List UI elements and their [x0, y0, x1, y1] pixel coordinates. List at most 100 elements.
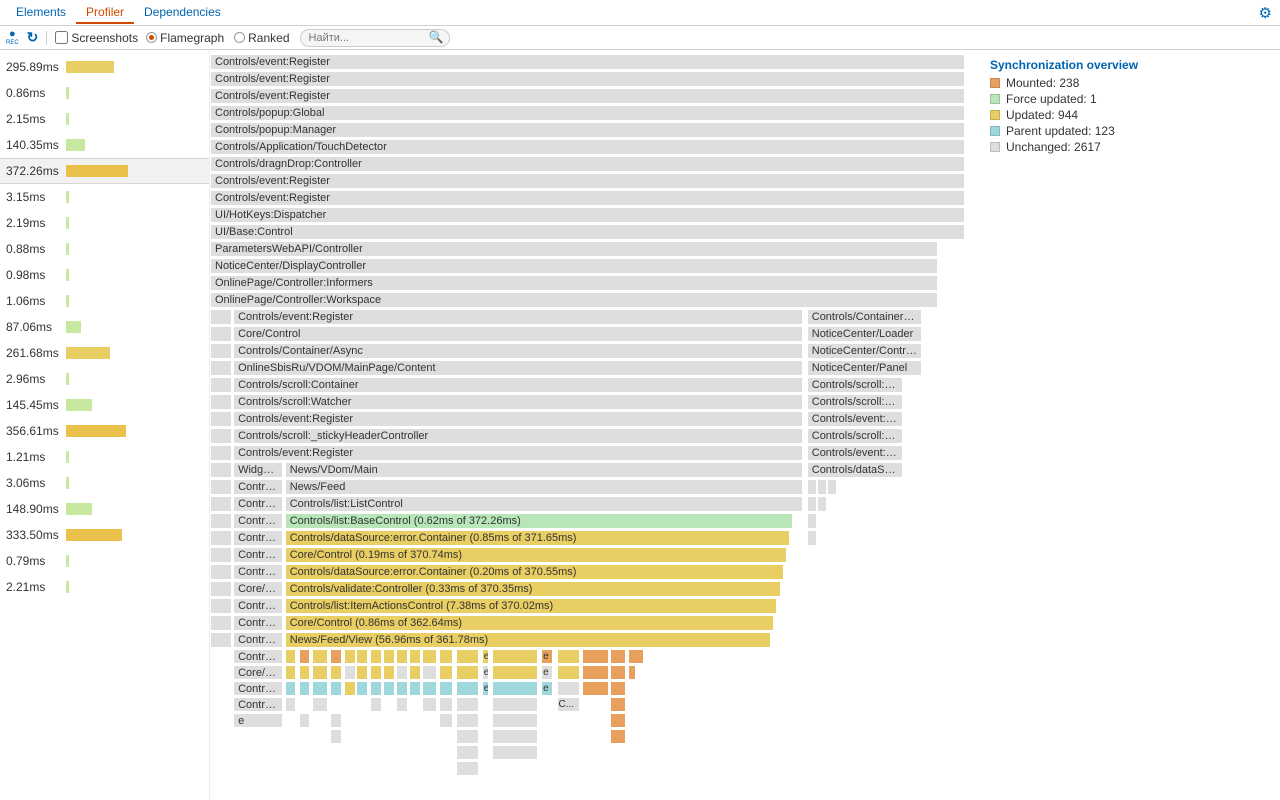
flame-bar[interactable]: e [482, 665, 490, 680]
tab-dependencies[interactable]: Dependencies [134, 1, 231, 24]
flame-bar[interactable] [210, 411, 232, 427]
flame-bar[interactable] [370, 681, 382, 696]
flame-bar[interactable]: OnlinePage/Controller:Workspace [210, 292, 938, 308]
commit-row[interactable]: 0.86ms [0, 80, 209, 106]
flame-bar[interactable]: e [541, 649, 553, 664]
flame-bar[interactable]: Controls/event:Regis... [807, 445, 903, 461]
flame-bar[interactable] [330, 665, 342, 680]
flame-bar[interactable] [210, 428, 232, 444]
commit-row[interactable]: 148.90ms [0, 496, 209, 522]
flame-bar[interactable] [807, 530, 817, 546]
flame-bar[interactable] [610, 729, 625, 744]
flame-bar[interactable]: Controls/event:Register [233, 445, 803, 461]
flame-bar[interactable] [409, 681, 421, 696]
flame-bar[interactable] [807, 513, 817, 529]
flame-bar[interactable]: Control... [233, 513, 283, 529]
flame-bar[interactable] [285, 665, 297, 680]
flame-bar[interactable] [817, 479, 827, 495]
flame-bar[interactable] [492, 697, 538, 712]
radio-ranked[interactable]: Ranked [234, 31, 289, 45]
commit-row[interactable]: 2.15ms [0, 106, 209, 132]
flame-bar[interactable]: Controls/Container/Async [233, 343, 803, 359]
flame-bar[interactable] [817, 496, 827, 512]
commit-row[interactable]: 2.19ms [0, 210, 209, 236]
flame-bar[interactable] [492, 649, 538, 664]
flame-bar[interactable] [492, 665, 538, 680]
commit-row[interactable]: 0.88ms [0, 236, 209, 262]
flame-bar[interactable]: UI/HotKeys:Dispatcher [210, 207, 965, 223]
flame-bar[interactable] [285, 649, 297, 664]
commit-row[interactable]: 87.06ms [0, 314, 209, 340]
screenshots-checkbox-input[interactable] [55, 31, 68, 44]
flame-bar[interactable] [210, 394, 232, 410]
flame-bar[interactable] [330, 713, 342, 728]
record-button[interactable]: ● REC [6, 29, 19, 46]
flame-bar[interactable] [456, 745, 479, 760]
commit-row[interactable]: 0.79ms [0, 548, 209, 574]
flame-bar[interactable]: NoticeCenter/DisplayController [210, 258, 938, 274]
flame-bar[interactable] [610, 649, 625, 664]
flame-bar[interactable] [396, 697, 408, 712]
flame-bar[interactable] [582, 649, 609, 664]
flame-bar[interactable] [210, 360, 232, 376]
flame-bar[interactable]: Controls/list:ListControl [285, 496, 803, 512]
flame-bar[interactable] [210, 581, 232, 597]
flame-bar[interactable] [210, 479, 232, 495]
reload-icon[interactable]: ↻ [27, 29, 39, 46]
flame-bar[interactable]: NoticeCenter/Controller [807, 343, 923, 359]
flame-bar[interactable] [210, 445, 232, 461]
flame-bar[interactable] [422, 649, 437, 664]
flame-bar[interactable]: Controls/dataSource... [807, 462, 903, 478]
flame-bar[interactable]: Controls/event:Register [210, 190, 965, 206]
flame-bar[interactable]: Controls/scroll:Watc... [807, 394, 903, 410]
flame-bar[interactable] [807, 496, 817, 512]
flame-bar[interactable]: Controls/popup:Manager [210, 122, 965, 138]
flame-bar[interactable]: e [482, 681, 490, 696]
flame-bar[interactable]: Contro... [233, 649, 283, 664]
flame-bar[interactable] [492, 713, 538, 728]
commit-row[interactable]: 145.45ms [0, 392, 209, 418]
flame-bar[interactable]: Controls/dragnDrop:Controller [210, 156, 965, 172]
flame-bar[interactable] [396, 649, 408, 664]
flame-bar[interactable] [582, 681, 609, 696]
flame-bar[interactable] [370, 665, 382, 680]
flame-bar[interactable] [285, 697, 297, 712]
flame-bar[interactable]: e [482, 649, 490, 664]
flame-bar[interactable] [285, 681, 297, 696]
flame-bar[interactable] [628, 665, 636, 680]
flame-bar[interactable] [210, 598, 232, 614]
flame-bar[interactable]: e [233, 713, 283, 728]
screenshots-checkbox[interactable]: Screenshots [55, 31, 138, 45]
flame-bar[interactable] [210, 632, 232, 648]
flame-bar[interactable] [330, 649, 342, 664]
flame-bar[interactable] [370, 697, 382, 712]
flame-bar[interactable] [312, 681, 327, 696]
flame-bar[interactable] [557, 681, 580, 696]
flame-bar[interactable]: Controls/event:Register [233, 411, 803, 427]
flame-bar[interactable] [456, 649, 479, 664]
flame-bar[interactable] [422, 665, 437, 680]
flame-bar[interactable]: Controls/scroll:_stic... [807, 428, 903, 444]
flame-bar[interactable] [210, 564, 232, 580]
commit-row[interactable]: 356.61ms [0, 418, 209, 444]
commit-row[interactable]: 261.68ms [0, 340, 209, 366]
flame-bar[interactable]: Controls/Application/TouchDetector [210, 139, 965, 155]
flame-bar[interactable] [396, 681, 408, 696]
flame-bar[interactable]: Contro... [233, 681, 283, 696]
flame-bar[interactable] [422, 697, 437, 712]
flame-bar[interactable] [210, 615, 232, 631]
flame-bar[interactable] [439, 697, 453, 712]
flame-bar[interactable]: Core/C... [233, 665, 283, 680]
flame-bar[interactable] [492, 729, 538, 744]
flame-bar[interactable] [210, 377, 232, 393]
flame-bar[interactable] [370, 649, 382, 664]
flame-bar[interactable] [827, 479, 837, 495]
commit-row[interactable]: 3.15ms [0, 184, 209, 210]
flame-bar[interactable]: Control... [233, 564, 283, 580]
flame-bar[interactable]: C... [557, 697, 580, 712]
flame-bar[interactable]: News/Feed/View (56.96ms of 361.78ms) [285, 632, 772, 648]
flame-bar[interactable] [383, 649, 395, 664]
flame-bar[interactable] [210, 547, 232, 563]
flame-bar[interactable]: Core/C... [233, 581, 283, 597]
flame-bar[interactable]: UI/Base:Control [210, 224, 965, 240]
